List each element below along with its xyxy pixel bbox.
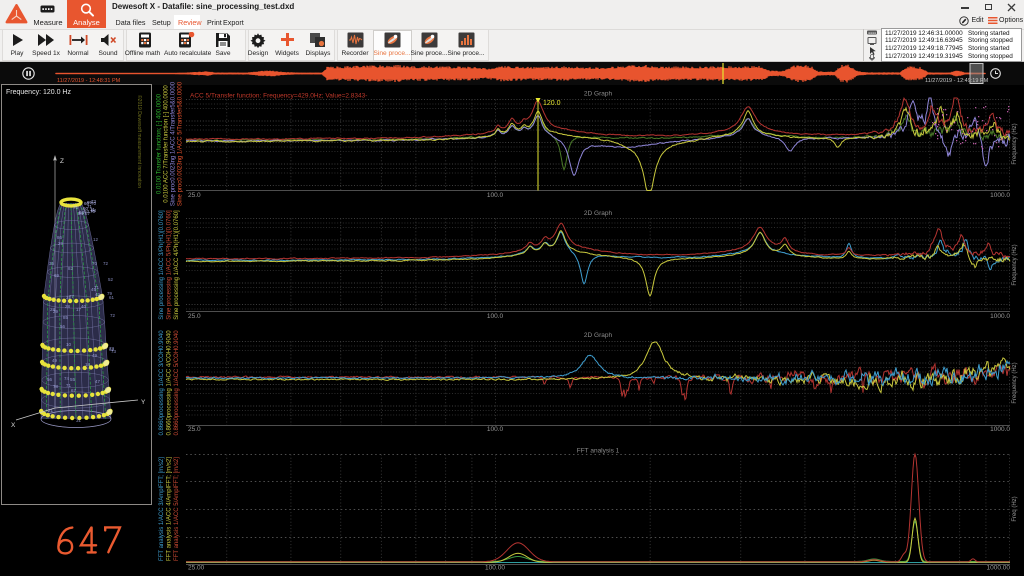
svg-text:100.0: 100.0 bbox=[487, 192, 504, 199]
svg-text:100.0: 100.0 bbox=[487, 313, 504, 320]
svg-text:25.0: 25.0 bbox=[188, 426, 201, 433]
svg-text:FFT analysis 1: FFT analysis 1 bbox=[577, 448, 620, 455]
svg-text:1000.0: 1000.0 bbox=[990, 192, 1010, 199]
svg-text:1000.00: 1000.00 bbox=[987, 565, 1011, 572]
svg-text:Freq (Hz): Freq (Hz) bbox=[1012, 496, 1018, 521]
svg-text:Sine processing 1/ACC 3/Ph(H1): Sine processing 1/ACC 3/Ph(H1)[0.0760] bbox=[159, 210, 165, 320]
svg-text:0.8660processing 1/ACC 3/COH0.: 0.8660processing 1/ACC 3/COH0.9040 bbox=[159, 330, 165, 436]
svg-text:2D Graph: 2D Graph bbox=[584, 91, 613, 98]
svg-text:100.00: 100.00 bbox=[485, 565, 505, 572]
svg-text:100.0: 100.0 bbox=[487, 426, 504, 433]
svg-text:Sine proc0.0023ng 1/ACC 4/Tran: Sine proc0.0023ng 1/ACC 4/Transfer5&0.00… bbox=[171, 81, 177, 206]
svg-text:2D Graph: 2D Graph bbox=[584, 210, 613, 217]
svg-text:0.0100 ACC 7/Transfer function: 0.0100 ACC 7/Transfer function [-] 400.0… bbox=[164, 85, 170, 203]
svg-text:FFT analysis 1/ACC 3/AmplFFT;: FFT analysis 1/ACC 3/AmplFFT; [m/s2] bbox=[159, 457, 165, 561]
svg-text:1000.0: 1000.0 bbox=[990, 313, 1010, 320]
svg-text:120.0: 120.0 bbox=[543, 100, 561, 107]
svg-text:FFT analysis 1/ACC 4/AmplFFT;: FFT analysis 1/ACC 4/AmplFFT; [m/s2] bbox=[167, 457, 173, 561]
svg-text:25.0: 25.0 bbox=[188, 313, 201, 320]
svg-text:Sine processing 1/ACC 4/Ph(H1): Sine processing 1/ACC 4/Ph(H1)[0.0760] bbox=[174, 210, 180, 320]
svg-text:Frequency (Hz): Frequency (Hz) bbox=[1012, 244, 1018, 285]
svg-text:2D Graph: 2D Graph bbox=[584, 332, 613, 339]
svg-text:ACC 5/Transfer function: Frequ: ACC 5/Transfer function: Frequency=429.0… bbox=[190, 93, 367, 100]
svg-text:1000.0: 1000.0 bbox=[990, 426, 1010, 433]
svg-text:0.8660processing 1/ACC 4/COH0.: 0.8660processing 1/ACC 4/COH0.9040 bbox=[167, 330, 173, 436]
svg-text:FFT analysis 1/ACC 5/AmplFFT;: FFT analysis 1/ACC 5/AmplFFT; [m/s2] bbox=[174, 457, 180, 561]
svg-text:25.00: 25.00 bbox=[188, 565, 205, 572]
svg-text:Frequency (Hz): Frequency (Hz) bbox=[1012, 123, 1018, 164]
svg-text:Frequency (Hz): Frequency (Hz) bbox=[1012, 362, 1018, 403]
svg-text:25.0: 25.0 bbox=[188, 192, 201, 199]
svg-text:0.0100 Transfer function; [-]: 0.0100 Transfer function; [-] 400.0000 bbox=[157, 93, 163, 194]
svg-text:Sine proc0.0023ng 1/ACC 5/Tran: Sine proc0.0023ng 1/ACC 5/Transfer5&0.00… bbox=[178, 81, 184, 206]
svg-text:Sine processing 1/ACC 5/Ph(H1): Sine processing 1/ACC 5/Ph(H1)[0.0760] bbox=[167, 210, 173, 320]
svg-text:0.8660processing 1/ACC 5/COH0.: 0.8660processing 1/ACC 5/COH0.9040 bbox=[174, 330, 180, 436]
